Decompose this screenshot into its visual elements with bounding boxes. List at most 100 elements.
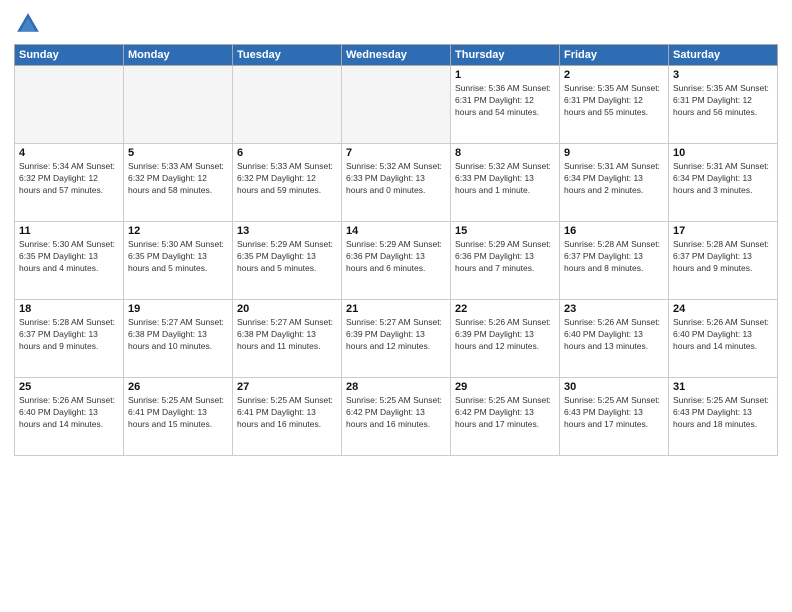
day-info: Sunrise: 5:35 AM Sunset: 6:31 PM Dayligh… (564, 83, 664, 119)
day-number: 13 (237, 225, 337, 237)
day-info: Sunrise: 5:33 AM Sunset: 6:32 PM Dayligh… (128, 161, 228, 197)
day-number: 30 (564, 381, 664, 393)
calendar-cell: 21 Sunrise: 5:27 AM Sunset: 6:39 PM Dayli… (342, 300, 451, 378)
day-info: Sunrise: 5:32 AM Sunset: 6:33 PM Dayligh… (455, 161, 555, 197)
day-number: 3 (673, 69, 773, 81)
day-number: 1 (455, 69, 555, 81)
day-info: Sunrise: 5:30 AM Sunset: 6:35 PM Dayligh… (19, 239, 119, 275)
day-number: 5 (128, 147, 228, 159)
calendar-cell: 24 Sunrise: 5:26 AM Sunset: 6:40 PM Dayli… (669, 300, 778, 378)
weekday-header-friday: Friday (560, 45, 669, 66)
day-number: 19 (128, 303, 228, 315)
day-info: Sunrise: 5:29 AM Sunset: 6:35 PM Dayligh… (237, 239, 337, 275)
week-row-2: 11Sunrise: 5:30 AM Sunset: 6:35 PM Dayli… (15, 222, 778, 300)
calendar-cell: 1 Sunrise: 5:36 AM Sunset: 6:31 PM Daylig… (451, 66, 560, 144)
weekday-header-monday: Monday (124, 45, 233, 66)
day-number: 15 (455, 225, 555, 237)
day-info: Sunrise: 5:31 AM Sunset: 6:34 PM Dayligh… (673, 161, 773, 197)
calendar-cell: 27 Sunrise: 5:25 AM Sunset: 6:41 PM Dayli… (233, 378, 342, 456)
calendar-cell: 13 Sunrise: 5:29 AM Sunset: 6:35 PM Dayli… (233, 222, 342, 300)
calendar-cell: 22 Sunrise: 5:26 AM Sunset: 6:39 PM Dayli… (451, 300, 560, 378)
day-info: Sunrise: 5:36 AM Sunset: 6:31 PM Dayligh… (455, 83, 555, 119)
day-info: Sunrise: 5:26 AM Sunset: 6:40 PM Dayligh… (673, 317, 773, 353)
day-info: Sunrise: 5:29 AM Sunset: 6:36 PM Dayligh… (346, 239, 446, 275)
day-info: Sunrise: 5:26 AM Sunset: 6:40 PM Dayligh… (564, 317, 664, 353)
day-info: Sunrise: 5:28 AM Sunset: 6:37 PM Dayligh… (564, 239, 664, 275)
day-number: 2 (564, 69, 664, 81)
day-info: Sunrise: 5:25 AM Sunset: 6:41 PM Dayligh… (128, 395, 228, 431)
day-number: 25 (19, 381, 119, 393)
calendar-cell: 20Sunrise: 5:27 AM Sunset: 6:38 PM Dayli… (233, 300, 342, 378)
day-number: 28 (346, 381, 446, 393)
calendar-cell (342, 66, 451, 144)
weekday-header-tuesday: Tuesday (233, 45, 342, 66)
day-number: 10 (673, 147, 773, 159)
day-number: 20 (237, 303, 337, 315)
calendar-cell (233, 66, 342, 144)
day-info: Sunrise: 5:30 AM Sunset: 6:35 PM Dayligh… (128, 239, 228, 275)
day-info: Sunrise: 5:27 AM Sunset: 6:38 PM Dayligh… (128, 317, 228, 353)
day-number: 24 (673, 303, 773, 315)
weekday-header-saturday: Saturday (669, 45, 778, 66)
calendar-cell: 14 Sunrise: 5:29 AM Sunset: 6:36 PM Dayli… (342, 222, 451, 300)
day-info: Sunrise: 5:27 AM Sunset: 6:39 PM Dayligh… (346, 317, 446, 353)
calendar-cell: 25 Sunrise: 5:26 AM Sunset: 6:40 PM Dayli… (15, 378, 124, 456)
day-number: 12 (128, 225, 228, 237)
calendar-header-row: SundayMondayTuesdayWednesdayThursdayFrid… (15, 45, 778, 66)
calendar-cell: 10 Sunrise: 5:31 AM Sunset: 6:34 PM Dayli… (669, 144, 778, 222)
day-number: 23 (564, 303, 664, 315)
calendar-cell: 4Sunrise: 5:34 AM Sunset: 6:32 PM Daylig… (15, 144, 124, 222)
day-number: 21 (346, 303, 446, 315)
calendar-cell: 17 Sunrise: 5:28 AM Sunset: 6:37 PM Dayli… (669, 222, 778, 300)
day-number: 16 (564, 225, 664, 237)
day-number: 17 (673, 225, 773, 237)
day-info: Sunrise: 5:28 AM Sunset: 6:37 PM Dayligh… (19, 317, 119, 353)
calendar-table: SundayMondayTuesdayWednesdayThursdayFrid… (14, 44, 778, 456)
day-info: Sunrise: 5:35 AM Sunset: 6:31 PM Dayligh… (673, 83, 773, 119)
calendar-cell: 8 Sunrise: 5:32 AM Sunset: 6:33 PM Daylig… (451, 144, 560, 222)
week-row-3: 18 Sunrise: 5:28 AM Sunset: 6:37 PM Dayli… (15, 300, 778, 378)
day-info: Sunrise: 5:31 AM Sunset: 6:34 PM Dayligh… (564, 161, 664, 197)
calendar-cell: 12 Sunrise: 5:30 AM Sunset: 6:35 PM Dayli… (124, 222, 233, 300)
calendar-cell: 9 Sunrise: 5:31 AM Sunset: 6:34 PM Daylig… (560, 144, 669, 222)
day-number: 9 (564, 147, 664, 159)
calendar-cell: 18 Sunrise: 5:28 AM Sunset: 6:37 PM Dayli… (15, 300, 124, 378)
day-number: 26 (128, 381, 228, 393)
day-info: Sunrise: 5:26 AM Sunset: 6:39 PM Dayligh… (455, 317, 555, 353)
calendar-cell: 31 Sunrise: 5:25 AM Sunset: 6:43 PM Dayli… (669, 378, 778, 456)
day-number: 31 (673, 381, 773, 393)
page: SundayMondayTuesdayWednesdayThursdayFrid… (0, 0, 792, 612)
week-row-0: 1 Sunrise: 5:36 AM Sunset: 6:31 PM Daylig… (15, 66, 778, 144)
logo (14, 10, 46, 38)
day-number: 22 (455, 303, 555, 315)
calendar-cell: 16 Sunrise: 5:28 AM Sunset: 6:37 PM Dayli… (560, 222, 669, 300)
calendar-cell: 28Sunrise: 5:25 AM Sunset: 6:42 PM Dayli… (342, 378, 451, 456)
calendar-cell: 26 Sunrise: 5:25 AM Sunset: 6:41 PM Dayli… (124, 378, 233, 456)
day-info: Sunrise: 5:25 AM Sunset: 6:41 PM Dayligh… (237, 395, 337, 431)
calendar-cell: 2 Sunrise: 5:35 AM Sunset: 6:31 PM Daylig… (560, 66, 669, 144)
weekday-header-thursday: Thursday (451, 45, 560, 66)
calendar-cell: 11Sunrise: 5:30 AM Sunset: 6:35 PM Dayli… (15, 222, 124, 300)
weekday-header-wednesday: Wednesday (342, 45, 451, 66)
calendar-cell (15, 66, 124, 144)
calendar-cell (124, 66, 233, 144)
day-info: Sunrise: 5:26 AM Sunset: 6:40 PM Dayligh… (19, 395, 119, 431)
week-row-4: 25 Sunrise: 5:26 AM Sunset: 6:40 PM Dayli… (15, 378, 778, 456)
logo-icon (14, 10, 42, 38)
day-info: Sunrise: 5:28 AM Sunset: 6:37 PM Dayligh… (673, 239, 773, 275)
day-number: 27 (237, 381, 337, 393)
day-number: 4 (19, 147, 119, 159)
day-number: 6 (237, 147, 337, 159)
calendar-cell: 23 Sunrise: 5:26 AM Sunset: 6:40 PM Dayli… (560, 300, 669, 378)
day-info: Sunrise: 5:25 AM Sunset: 6:43 PM Dayligh… (564, 395, 664, 431)
calendar-cell: 29Sunrise: 5:25 AM Sunset: 6:42 PM Dayli… (451, 378, 560, 456)
day-number: 7 (346, 147, 446, 159)
day-number: 14 (346, 225, 446, 237)
day-number: 18 (19, 303, 119, 315)
weekday-header-sunday: Sunday (15, 45, 124, 66)
day-number: 8 (455, 147, 555, 159)
day-info: Sunrise: 5:25 AM Sunset: 6:43 PM Dayligh… (673, 395, 773, 431)
calendar-cell: 3 Sunrise: 5:35 AM Sunset: 6:31 PM Daylig… (669, 66, 778, 144)
calendar-cell: 5 Sunrise: 5:33 AM Sunset: 6:32 PM Daylig… (124, 144, 233, 222)
calendar-cell: 6Sunrise: 5:33 AM Sunset: 6:32 PM Daylig… (233, 144, 342, 222)
